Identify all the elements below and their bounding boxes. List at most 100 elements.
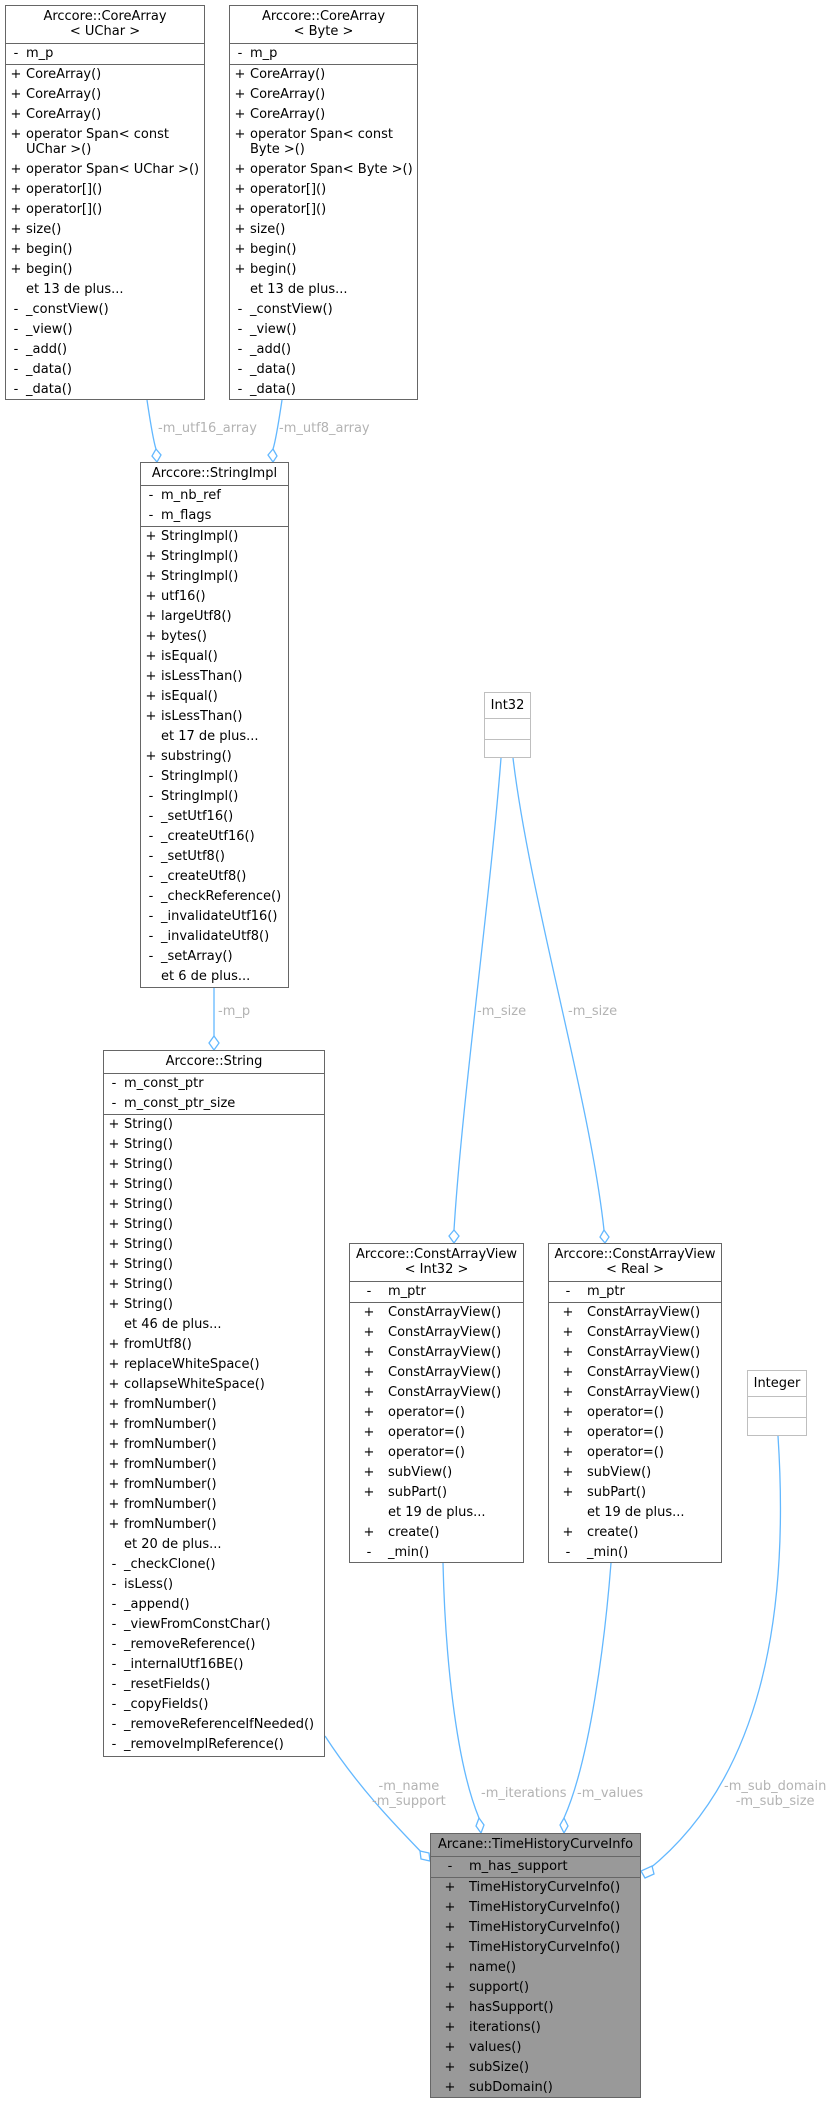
method-row[interactable]: + operator=(): [549, 1423, 721, 1443]
method-row[interactable]: + ConstArrayView(): [549, 1303, 721, 1323]
attribute-row[interactable]: - m_ptr: [350, 1282, 523, 1302]
method-row[interactable]: + operator Span< const UChar >(): [6, 125, 204, 160]
method-row[interactable]: + values(): [431, 2038, 640, 2058]
method-row[interactable]: - _data(): [6, 360, 204, 380]
attribute-row[interactable]: - m_p: [230, 44, 417, 64]
method-row[interactable]: - _add(): [230, 340, 417, 360]
method-row[interactable]: + begin(): [230, 260, 417, 280]
method-row[interactable]: + ConstArrayView(): [549, 1343, 721, 1363]
method-row[interactable]: + isLessThan(): [141, 707, 288, 727]
method-row[interactable]: + CoreArray(): [230, 85, 417, 105]
method-row[interactable]: - _viewFromConstChar(): [104, 1615, 324, 1635]
method-row[interactable]: + CoreArray(): [230, 105, 417, 125]
method-row[interactable]: + isEqual(): [141, 647, 288, 667]
class-int32[interactable]: Int32: [484, 692, 531, 758]
class-corearray-byte[interactable]: Arccore::CoreArray < Byte > - m_p + CoreArra…: [229, 5, 418, 400]
method-row[interactable]: + begin(): [230, 240, 417, 260]
class-integer[interactable]: Integer: [747, 1370, 807, 1436]
method-row[interactable]: - _data(): [230, 380, 417, 400]
method-row[interactable]: - StringImpl(): [141, 787, 288, 807]
method-row[interactable]: et 13 de plus...: [230, 280, 417, 300]
method-row[interactable]: + iterations(): [431, 2018, 640, 2038]
attribute-row[interactable]: - m_flags: [141, 506, 288, 526]
class-corearray-uchar[interactable]: Arccore::CoreArray < UChar > - m_p + CoreArr…: [5, 5, 205, 400]
method-row[interactable]: + name(): [431, 1958, 640, 1978]
method-row[interactable]: - _createUtf8(): [141, 867, 288, 887]
attribute-row[interactable]: - m_ptr: [549, 1282, 721, 1302]
method-row[interactable]: + TimeHistoryCurveInfo(): [431, 1938, 640, 1958]
method-row[interactable]: + ConstArrayView(): [350, 1383, 523, 1403]
class-string[interactable]: Arccore::String - m_const_ptr - m_const_ptr_…: [103, 1050, 325, 1757]
method-row[interactable]: + size(): [6, 220, 204, 240]
method-row[interactable]: + size(): [230, 220, 417, 240]
method-row[interactable]: + ConstArrayView(): [549, 1383, 721, 1403]
method-row[interactable]: - _copyFields(): [104, 1695, 324, 1715]
method-row[interactable]: + fromNumber(): [104, 1435, 324, 1455]
method-row[interactable]: + create(): [549, 1523, 721, 1543]
method-row[interactable]: + fromUtf8(): [104, 1335, 324, 1355]
method-row[interactable]: + bytes(): [141, 627, 288, 647]
method-row[interactable]: - _view(): [230, 320, 417, 340]
method-row[interactable]: + String(): [104, 1235, 324, 1255]
attribute-row[interactable]: - m_const_ptr_size: [104, 1094, 324, 1114]
attribute-row[interactable]: - m_const_ptr: [104, 1074, 324, 1094]
method-row[interactable]: - _add(): [6, 340, 204, 360]
method-row[interactable]: et 19 de plus...: [350, 1503, 523, 1523]
method-row[interactable]: - _resetFields(): [104, 1675, 324, 1695]
method-row[interactable]: + begin(): [6, 260, 204, 280]
method-row[interactable]: - StringImpl(): [141, 767, 288, 787]
method-row[interactable]: - isLess(): [104, 1575, 324, 1595]
attribute-row[interactable]: - m_p: [6, 44, 204, 64]
method-row[interactable]: + String(): [104, 1155, 324, 1175]
class-stringimpl[interactable]: Arccore::StringImpl - m_nb_ref - m_flags + Str…: [140, 462, 289, 988]
method-row[interactable]: + operator[](): [230, 180, 417, 200]
method-row[interactable]: - _invalidateUtf8(): [141, 927, 288, 947]
method-row[interactable]: - _setUtf8(): [141, 847, 288, 867]
method-row[interactable]: + String(): [104, 1175, 324, 1195]
method-row[interactable]: et 20 de plus...: [104, 1535, 324, 1555]
method-row[interactable]: + isLessThan(): [141, 667, 288, 687]
method-row[interactable]: + StringImpl(): [141, 547, 288, 567]
method-row[interactable]: + TimeHistoryCurveInfo(): [431, 1918, 640, 1938]
method-row[interactable]: + StringImpl(): [141, 567, 288, 587]
method-row[interactable]: - _removeImplReference(): [104, 1735, 324, 1755]
method-row[interactable]: + TimeHistoryCurveInfo(): [431, 1898, 640, 1918]
method-row[interactable]: + fromNumber(): [104, 1475, 324, 1495]
method-row[interactable]: + ConstArrayView(): [549, 1323, 721, 1343]
method-row[interactable]: + CoreArray(): [6, 105, 204, 125]
method-row[interactable]: + collapseWhiteSpace(): [104, 1375, 324, 1395]
method-row[interactable]: + String(): [104, 1135, 324, 1155]
method-row[interactable]: + String(): [104, 1295, 324, 1315]
method-row[interactable]: + fromNumber(): [104, 1455, 324, 1475]
method-row[interactable]: + subView(): [350, 1463, 523, 1483]
method-row[interactable]: - _setUtf16(): [141, 807, 288, 827]
method-row[interactable]: + operator=(): [350, 1403, 523, 1423]
method-row[interactable]: - _removeReference(): [104, 1635, 324, 1655]
method-row[interactable]: + CoreArray(): [230, 65, 417, 85]
method-row[interactable]: - _checkReference(): [141, 887, 288, 907]
method-row[interactable]: + operator Span< Byte >(): [230, 160, 417, 180]
class-constarrayview-int32[interactable]: Arccore::ConstArrayView < Int32 > - m_ptr +…: [349, 1243, 524, 1563]
method-row[interactable]: - _data(): [6, 380, 204, 400]
method-row[interactable]: + ConstArrayView(): [350, 1323, 523, 1343]
method-row[interactable]: + subSize(): [431, 2058, 640, 2078]
method-row[interactable]: - _removeReferenceIfNeeded(): [104, 1715, 324, 1735]
method-row[interactable]: - _min(): [549, 1543, 721, 1563]
attribute-row[interactable]: - m_nb_ref: [141, 486, 288, 506]
method-row[interactable]: + substring(): [141, 747, 288, 767]
method-row[interactable]: + fromNumber(): [104, 1395, 324, 1415]
method-row[interactable]: + isEqual(): [141, 687, 288, 707]
method-row[interactable]: et 19 de plus...: [549, 1503, 721, 1523]
method-row[interactable]: + fromNumber(): [104, 1415, 324, 1435]
method-row[interactable]: + CoreArray(): [6, 85, 204, 105]
method-row[interactable]: + fromNumber(): [104, 1515, 324, 1535]
method-row[interactable]: + StringImpl(): [141, 527, 288, 547]
method-row[interactable]: + operator Span< const Byte >(): [230, 125, 417, 160]
class-timehistorycurveinfo[interactable]: Arcane::TimeHistoryCurveInfo - m_has_suppo…: [430, 1833, 641, 2098]
method-row[interactable]: + utf16(): [141, 587, 288, 607]
method-row[interactable]: et 46 de plus...: [104, 1315, 324, 1335]
method-row[interactable]: + fromNumber(): [104, 1495, 324, 1515]
method-row[interactable]: + CoreArray(): [6, 65, 204, 85]
attribute-row[interactable]: - m_has_support: [431, 1857, 640, 1877]
method-row[interactable]: + replaceWhiteSpace(): [104, 1355, 324, 1375]
